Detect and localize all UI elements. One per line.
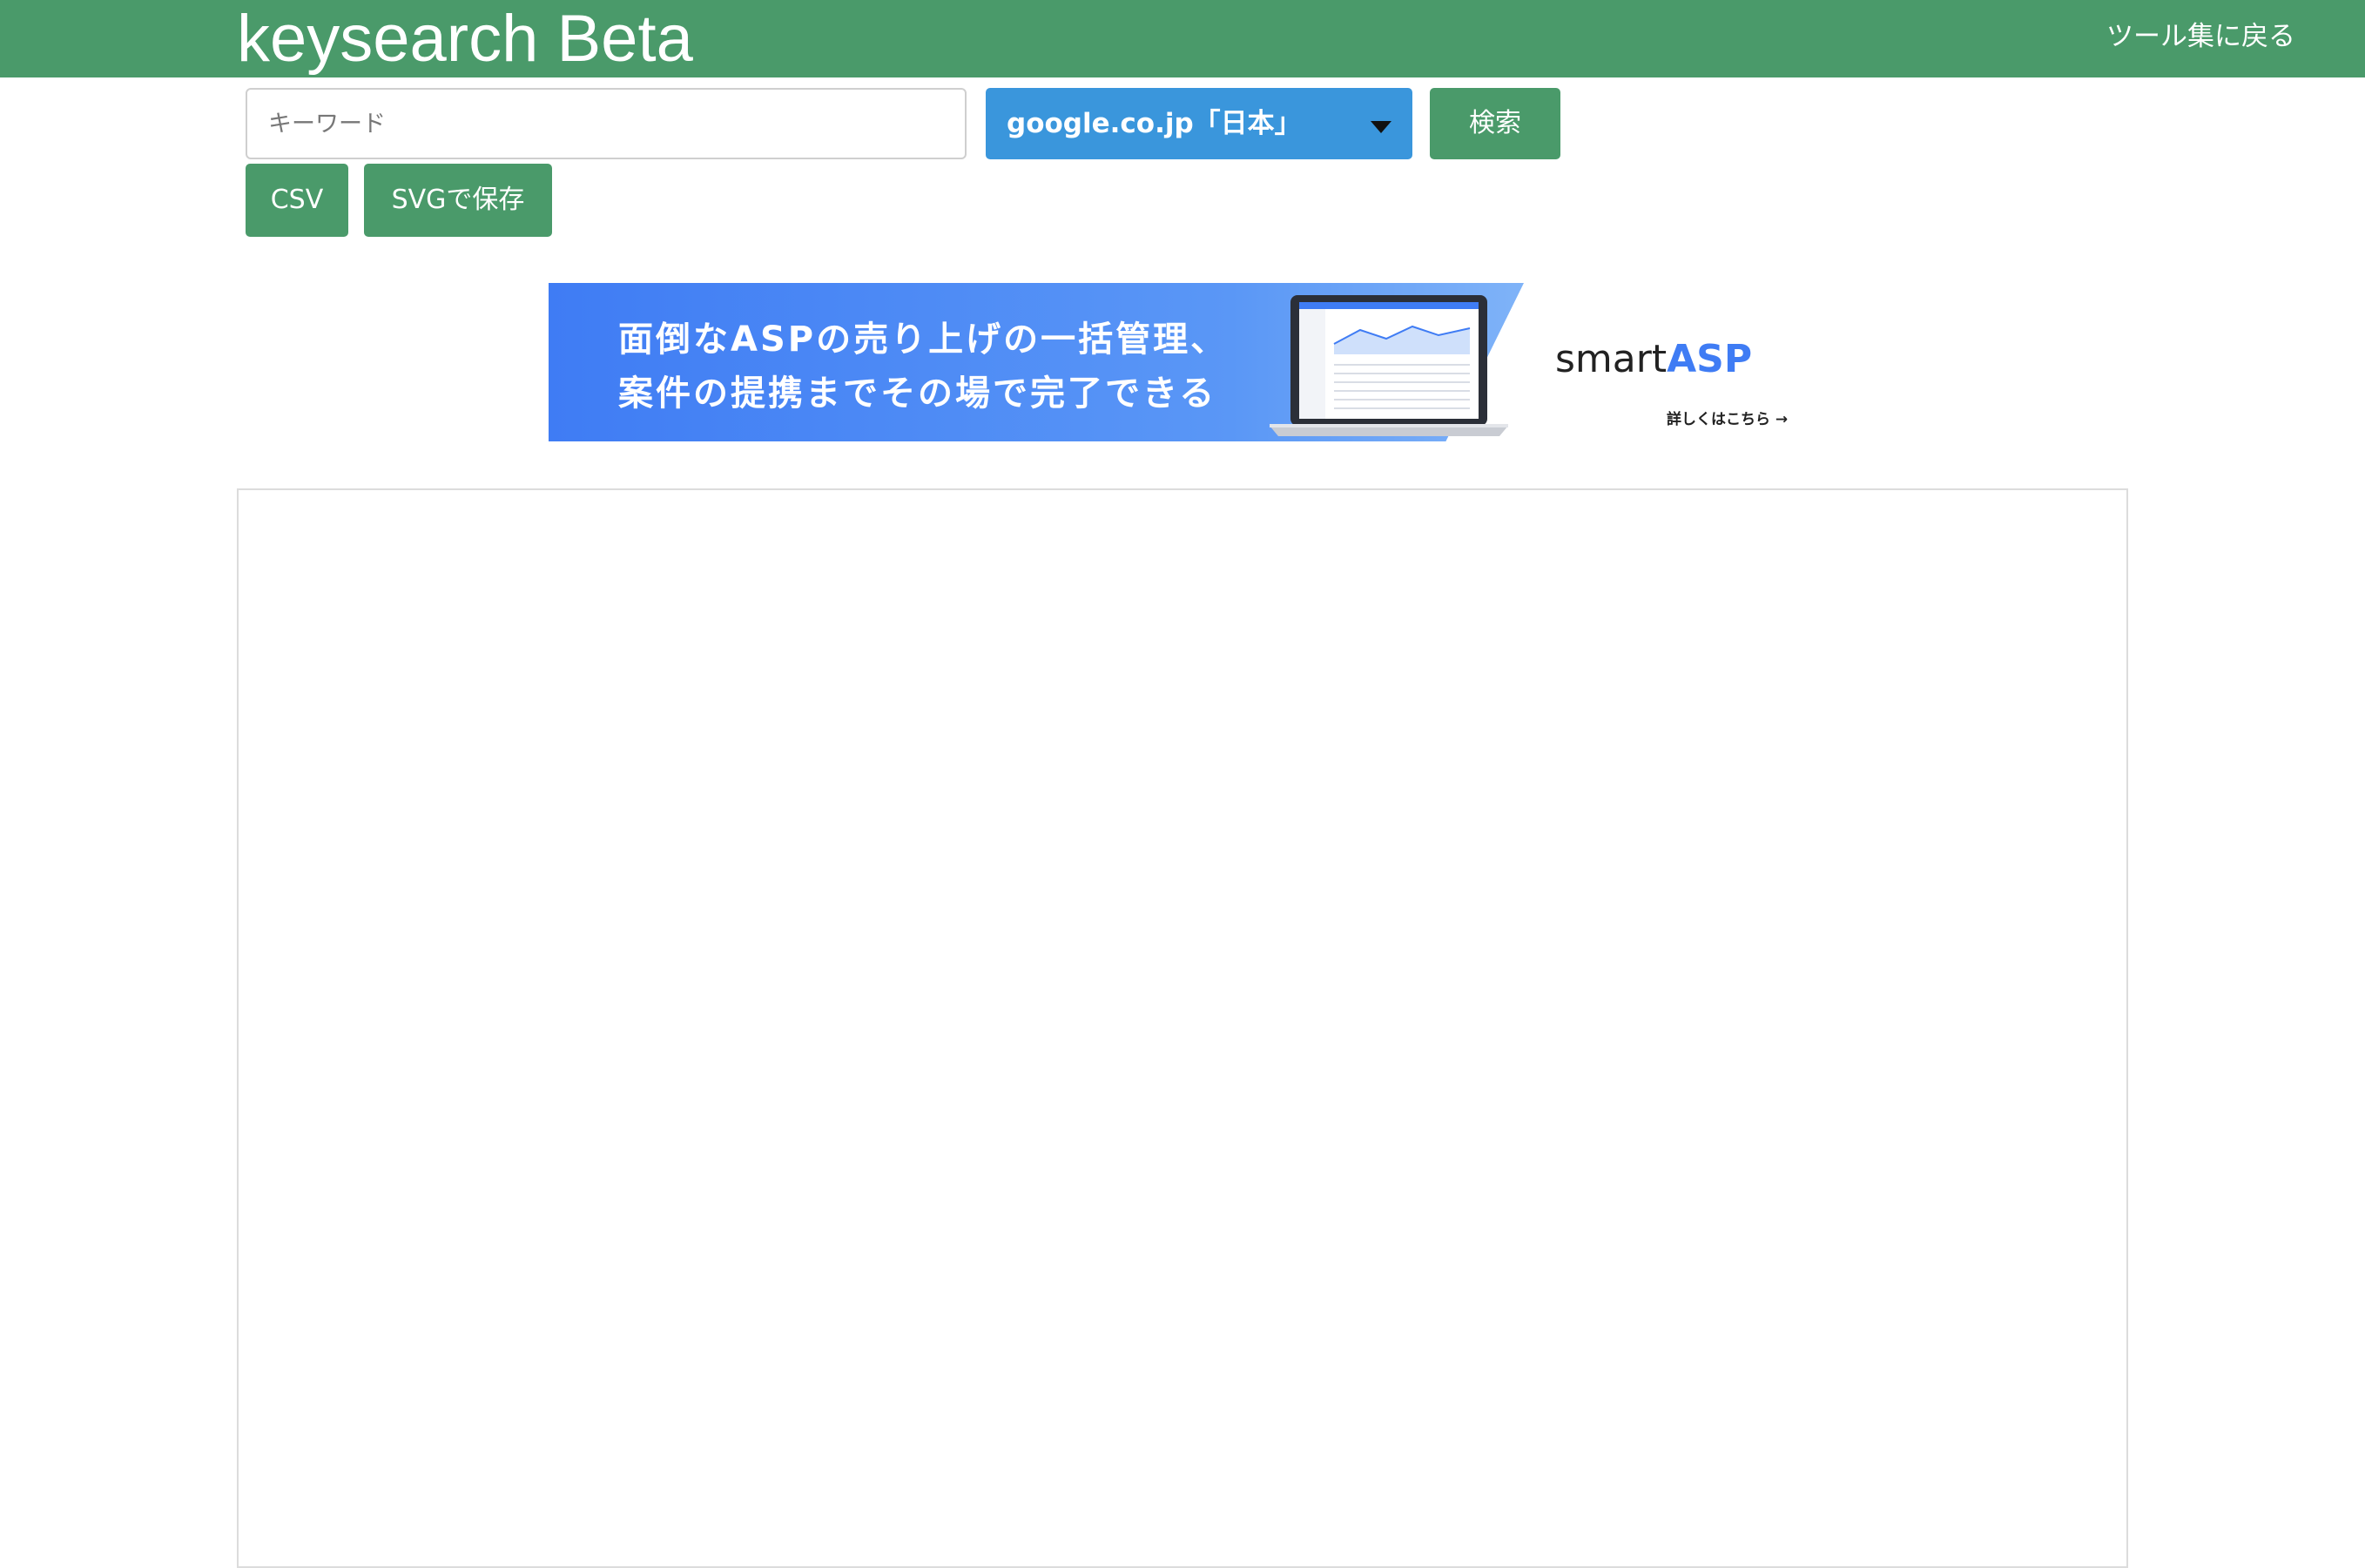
search-engine-selected-value: google.co.jp「日本」 — [1007, 108, 1302, 139]
laptop-illustration — [1270, 295, 1508, 436]
banner-headline-2: 案件の提携までその場で完了できる — [618, 373, 1217, 414]
brand-title[interactable]: keysearch Beta — [237, 0, 693, 77]
smartasp-logo: smartASP — [1555, 337, 1752, 381]
banner-headline-1: 面倒なASPの売り上げの一括管理、 — [618, 320, 1229, 360]
search-button[interactable]: 検索 — [1430, 88, 1560, 159]
search-engine-select[interactable]: google.co.jp「日本」 — [986, 88, 1412, 159]
top-header: keysearch Beta ツール集に戻る — [0, 0, 2365, 77]
back-to-tools-link[interactable]: ツール集に戻る — [2106, 0, 2295, 73]
keyword-input[interactable] — [246, 88, 967, 159]
logo-smart-text: smart — [1555, 337, 1668, 381]
result-panel — [237, 488, 2128, 1568]
csv-button[interactable]: CSV — [246, 164, 348, 237]
chevron-down-icon — [1371, 121, 1391, 133]
smartasp-ad-banner[interactable]: 面倒なASPの売り上げの一括管理、 案件の提携までその場で完了できる smart… — [549, 283, 1799, 441]
banner-detail-link[interactable]: 詳しくはこちら → — [1667, 407, 1788, 428]
logo-asp-text: ASP — [1667, 337, 1753, 381]
save-svg-button[interactable]: SVGで保存 — [364, 164, 552, 237]
